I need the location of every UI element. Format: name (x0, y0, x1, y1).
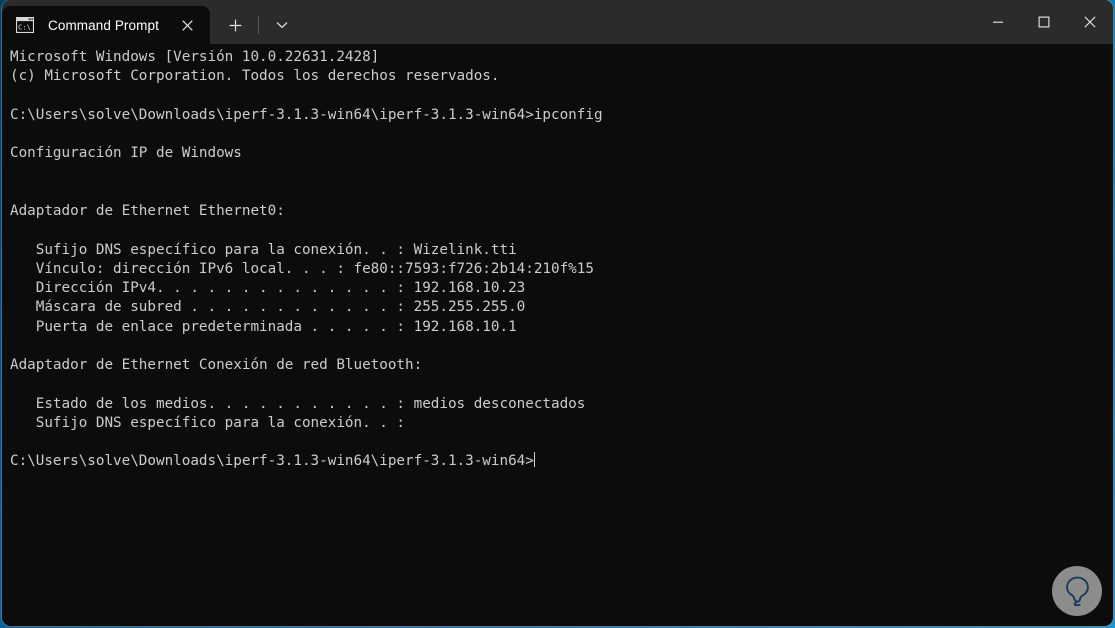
command-prompt-window: C:\ Command Prompt Microsoft Windows [Ve… (2, 0, 1113, 626)
text-cursor (533, 452, 536, 468)
tab-actions (210, 6, 299, 44)
close-icon[interactable] (174, 12, 200, 38)
tab-strip: C:\ Command Prompt (2, 0, 299, 44)
new-tab-button[interactable] (218, 10, 252, 40)
chevron-down-icon[interactable] (265, 10, 299, 40)
terminal-icon: C:\ (15, 16, 35, 34)
terminal-viewport[interactable]: Microsoft Windows [Versión 10.0.22631.24… (2, 44, 1113, 626)
title-bar[interactable]: C:\ Command Prompt (2, 0, 1113, 44)
tab-command-prompt[interactable]: C:\ Command Prompt (2, 6, 210, 44)
tab-title: Command Prompt (48, 17, 159, 33)
minimize-button[interactable] (975, 0, 1021, 44)
toolbar-divider (258, 16, 259, 34)
maximize-button[interactable] (1021, 0, 1067, 44)
lightbulb-logo-icon[interactable] (1052, 566, 1102, 616)
close-window-button[interactable] (1067, 0, 1113, 44)
console-output: Microsoft Windows [Versión 10.0.22631.24… (10, 49, 603, 470)
svg-text:C:\: C:\ (18, 22, 31, 31)
window-caption-buttons (975, 0, 1113, 44)
